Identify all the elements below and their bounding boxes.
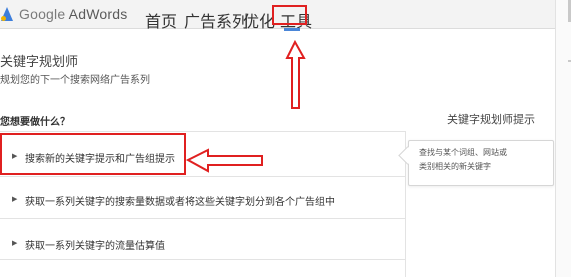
annotation-arrows [185, 39, 306, 173]
left-arrow-annotation [185, 148, 263, 173]
up-arrow-annotation [285, 39, 306, 109]
